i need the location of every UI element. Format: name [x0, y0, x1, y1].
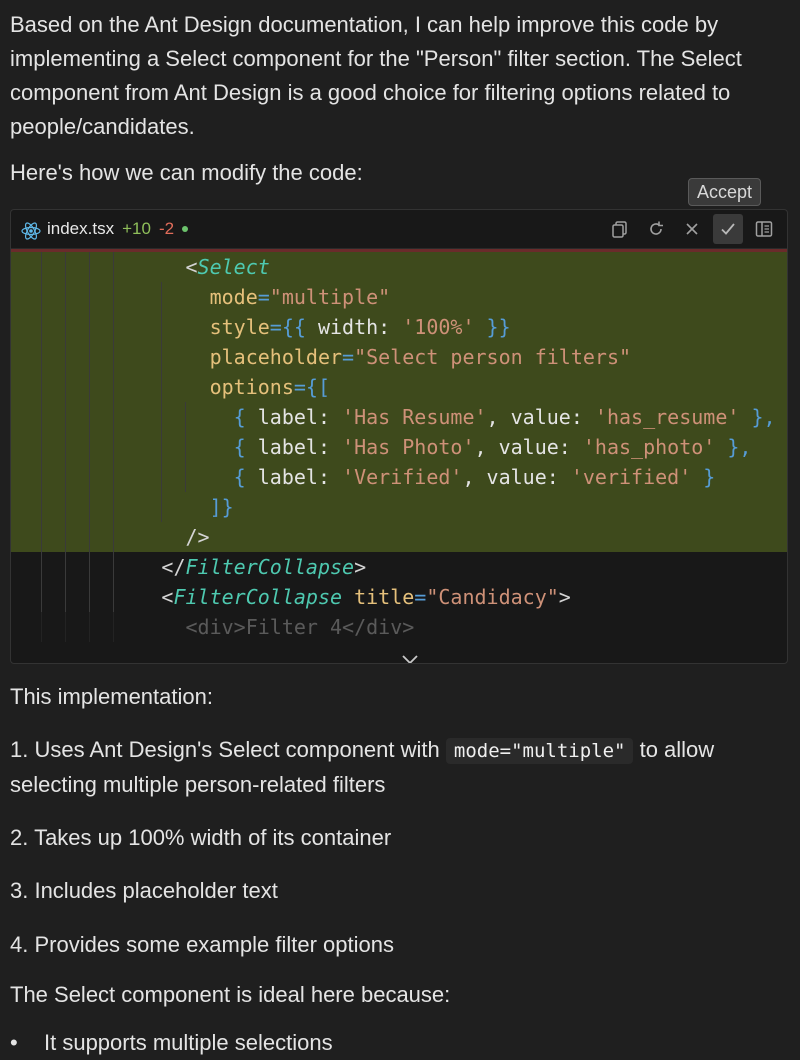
inline-code: mode="multiple" — [445, 738, 634, 764]
accept-tooltip: Accept — [688, 178, 762, 206]
point-4: 4. Provides some example filter options — [10, 932, 394, 957]
code-actions — [605, 214, 779, 244]
code-line: { label: 'Verified', value: 'verified' } — [11, 462, 787, 492]
code-line: </FilterCollapse> — [11, 552, 787, 582]
revert-icon[interactable] — [641, 214, 671, 244]
bullet-icon: • — [10, 1030, 18, 1055]
modified-dot-icon — [182, 226, 189, 232]
point-2: 2. Takes up 100% width of its container — [10, 825, 392, 850]
code-line: <div>Filter 4</div> — [11, 612, 787, 642]
code-line: { label: 'Has Resume', value: 'has_resum… — [11, 402, 787, 432]
code-line: /> — [11, 522, 787, 552]
code-block: index.tsx +10 -2 <Select mode="multiple"… — [10, 209, 788, 664]
file-name[interactable]: index.tsx — [47, 212, 114, 246]
code-line: style={{ width: '100%' }} — [11, 312, 787, 342]
code-body[interactable]: <Select mode="multiple" style={{ width: … — [11, 252, 787, 642]
point-3: 3. Includes placeholder text — [10, 878, 278, 903]
list-item: • It supports multiple selections — [10, 1026, 333, 1060]
lines-added: +10 — [122, 219, 151, 238]
expand-chevron-icon[interactable] — [399, 643, 421, 663]
lines-removed: -2 — [158, 219, 175, 238]
implementation-heading: This implementation: — [10, 684, 213, 709]
copy-icon[interactable] — [605, 214, 635, 244]
close-icon[interactable] — [677, 214, 707, 244]
code-line: mode="multiple" — [11, 282, 787, 312]
code-line: <Select — [11, 252, 787, 282]
code-line: <FilterCollapse title="Candidacy"> — [11, 582, 787, 612]
modify-paragraph: Here's how we can modify the code: — [10, 160, 363, 185]
ideal-because: The Select component is ideal here becau… — [10, 982, 451, 1007]
code-header: index.tsx +10 -2 — [11, 210, 787, 249]
code-line: ]} — [11, 492, 787, 522]
code-line: options={[ — [11, 372, 787, 402]
react-icon — [21, 219, 41, 240]
panel-icon[interactable] — [749, 214, 779, 244]
code-line: placeholder="Select person filters" — [11, 342, 787, 372]
code-line: { label: 'Has Photo', value: 'has_photo'… — [11, 432, 787, 462]
intro-paragraph: Based on the Ant Design documentation, I… — [10, 12, 742, 139]
check-icon[interactable] — [713, 214, 743, 244]
point-1: 1. Uses Ant Design's Select component wi… — [10, 737, 715, 797]
